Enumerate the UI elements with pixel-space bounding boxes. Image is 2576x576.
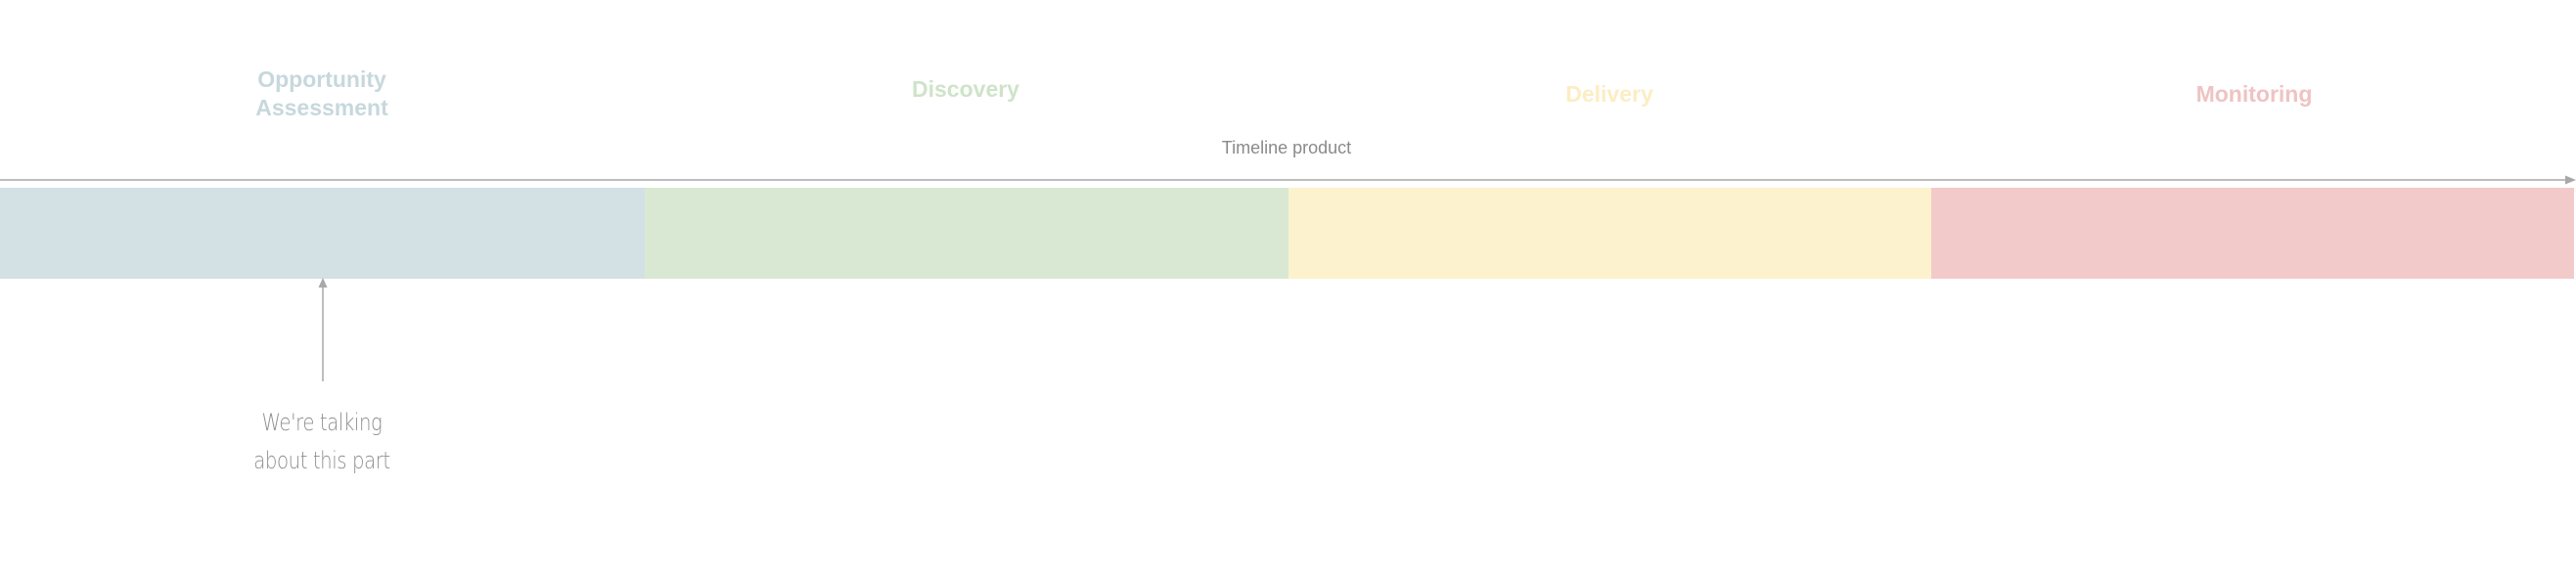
pointer-arrow <box>318 278 328 381</box>
phase-band-discovery <box>645 188 1288 279</box>
pointer-arrowhead <box>318 278 328 288</box>
annotation-note: We're talking about this part <box>253 409 390 474</box>
phase-title-discovery: Discovery <box>912 76 1019 102</box>
phase-band-delivery <box>1288 188 1931 279</box>
timeline-label: Timeline product <box>1221 138 1352 157</box>
timeline-arrowhead <box>2565 175 2576 185</box>
phase-band-monitoring <box>1931 188 2574 279</box>
phase-title-delivery: Delivery <box>1565 81 1653 107</box>
phase-title-monitoring: Monitoring <box>2195 81 2313 107</box>
phase-title-opportunity-assessment: Opportunity Assessment <box>255 66 388 120</box>
phase-band-opportunity-assessment <box>0 188 645 279</box>
timeline-arrow <box>0 175 2576 185</box>
